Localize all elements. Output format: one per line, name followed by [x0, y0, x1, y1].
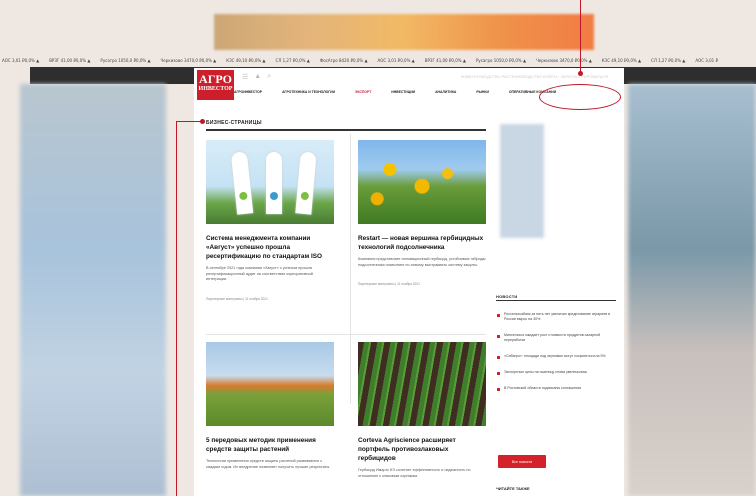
section-divider: [206, 129, 486, 131]
nav-item[interactable]: АГРОИНВЕСТОР: [234, 90, 262, 94]
stock-ticker: АОС 3,01 ₽0,0% ▲ ВРЗГ 41,00 ₽0,0% ▲ Русагр…: [0, 58, 756, 66]
news-item[interactable]: Экспортные цены на пшеницу снова увеличи…: [496, 370, 616, 375]
ticker-item: СЛ 1,27 ₽0,0% ▲: [275, 58, 310, 63]
article-meta: Партнерские материалы | 11 ноября 2021: [358, 282, 420, 287]
ticker-item: Русагро 1050,0 ₽0,0% ▲: [475, 58, 527, 63]
read-also-title: ЧИТАЙТЕ ТАКЖЕ: [496, 486, 530, 491]
nav-item[interactable]: АГРОТЕХНИКА И ТЕХНОЛОГИИ: [282, 90, 335, 94]
main-nav: АГРОИНВЕСТОР АГРОТЕХНИКА И ТЕХНОЛОГИИ ЭКСП…: [234, 90, 556, 94]
annotation-pin-line-left: [176, 122, 178, 496]
left-side-ad[interactable]: [20, 84, 166, 496]
search-icon[interactable]: ⌕: [267, 73, 271, 81]
article-card[interactable]: 5 передовых методик применения средств з…: [206, 342, 334, 470]
card-divider-vertical: [350, 134, 351, 404]
article-title[interactable]: Restart — новая вершина гербицидных техн…: [358, 234, 486, 252]
nav-item[interactable]: ЭКСПОРТ: [355, 90, 371, 94]
nav-item[interactable]: ИНВЕСТИЦИИ: [391, 90, 415, 94]
news-item[interactable]: Россельхозбанк за пять лет увеличил кред…: [496, 312, 616, 322]
top-banner-ad[interactable]: [214, 14, 594, 50]
news-item[interactable]: В Ростовской области подписаны соглашени…: [496, 386, 616, 391]
ticker-item: Черкизово 3470,0 ₽0,0% ▲: [160, 58, 217, 63]
ticker-item: АОС 3,01 ₽: [695, 58, 719, 63]
annotation-pin-line: [580, 0, 582, 74]
ticker-item: ВРЗГ 41,00 ₽0,0% ▲: [424, 58, 466, 63]
annotation-pin-dot: [578, 71, 583, 76]
ticker-item: КЗС 49,10 ₽0,0% ▲: [601, 58, 642, 63]
header-icons: ☰ ▲ ⌕: [242, 73, 271, 81]
article-image-sunflowers[interactable]: [358, 140, 486, 224]
right-side-ad[interactable]: [628, 84, 756, 496]
all-news-button[interactable]: Все новости: [498, 455, 546, 468]
article-image-crop-rows[interactable]: [358, 342, 486, 426]
site-logo[interactable]: АГРО ИНВЕСТОР: [197, 70, 234, 100]
article-meta: Партнерские материалы | 11 ноября 2021: [206, 296, 268, 301]
article-excerpt: Технологии применения средств защиты рас…: [206, 459, 331, 469]
news-list: Россельхозбанк за пять лет увеличил кред…: [496, 312, 616, 402]
article-image-sprayer[interactable]: [206, 342, 334, 426]
ticker-item: АОС 3,01 ₽0,0% ▲: [2, 58, 40, 63]
article-title[interactable]: Corteva Agriscience расширяет портфель п…: [358, 436, 486, 463]
news-item[interactable]: Минсельхоз ожидает рост стоимости продук…: [496, 333, 616, 343]
article-card[interactable]: Corteva Agriscience расширяет портфель п…: [358, 342, 486, 479]
article-excerpt: Гербицид Имартс КЭ сочетает эффективност…: [358, 468, 471, 478]
ticker-item: Русагро 1050,0 ₽0,0% ▲: [100, 58, 151, 63]
section-title: БИЗНЕС-СТРАНИЦЫ: [206, 120, 262, 126]
news-item[interactable]: «Сибагро»: площади под зерновые могут со…: [496, 354, 616, 359]
annotation-ellipse: [539, 84, 621, 110]
article-title[interactable]: Система менеджмента компании «Август» ус…: [206, 234, 334, 261]
header-account-links[interactable]: ЖИВОТНОВОДСТВО РАСТЕНИЕВОДСТВО ВОЙТИ / З…: [461, 74, 608, 79]
article-card[interactable]: Система менеджмента компании «Август» ус…: [206, 140, 334, 301]
annotation-pin-dot-left: [200, 119, 205, 124]
main-content: АГРО ИНВЕСТОР ☰ ▲ ⌕ ЖИВОТНОВОДСТВО РАСТЕ…: [194, 68, 624, 496]
ticker-item: Черкизово 3470,0 ₽0,0% ▲: [536, 58, 592, 63]
card-divider-horizontal: [206, 334, 486, 335]
article-excerpt: Компания представляет инновационный герб…: [358, 257, 486, 267]
ticker-item: СЛ 1,27 ₽0,0% ▲: [651, 58, 686, 63]
ticker-item: ФосАгро 8420 ₽0,0% ▲: [319, 58, 368, 63]
article-image-flags[interactable]: [206, 140, 334, 224]
ticker-item: АОС 3,01 ₽0,0% ▲: [377, 58, 415, 63]
ticker-item: ВРЗГ 41,00 ₽0,0% ▲: [49, 58, 91, 63]
news-title: НОВОСТИ: [496, 294, 518, 299]
article-title[interactable]: 5 передовых методик применения средств з…: [206, 436, 334, 454]
user-icon[interactable]: ▲: [254, 73, 261, 81]
nav-item[interactable]: АНАЛИТИКА: [435, 90, 456, 94]
nav-item[interactable]: РЫНКИ: [476, 90, 489, 94]
article-excerpt: В сентябре 2021 года компания «Август» с…: [206, 266, 313, 282]
menu-icon[interactable]: ☰: [242, 73, 248, 81]
news-divider: [496, 300, 616, 301]
article-card[interactable]: Restart — новая вершина гербицидных техн…: [358, 140, 486, 286]
ticker-item: КЗС 49,10 ₽0,0% ▲: [226, 58, 266, 63]
sidebar-ad[interactable]: [500, 124, 544, 238]
annotation-pin-arm: [176, 121, 202, 123]
